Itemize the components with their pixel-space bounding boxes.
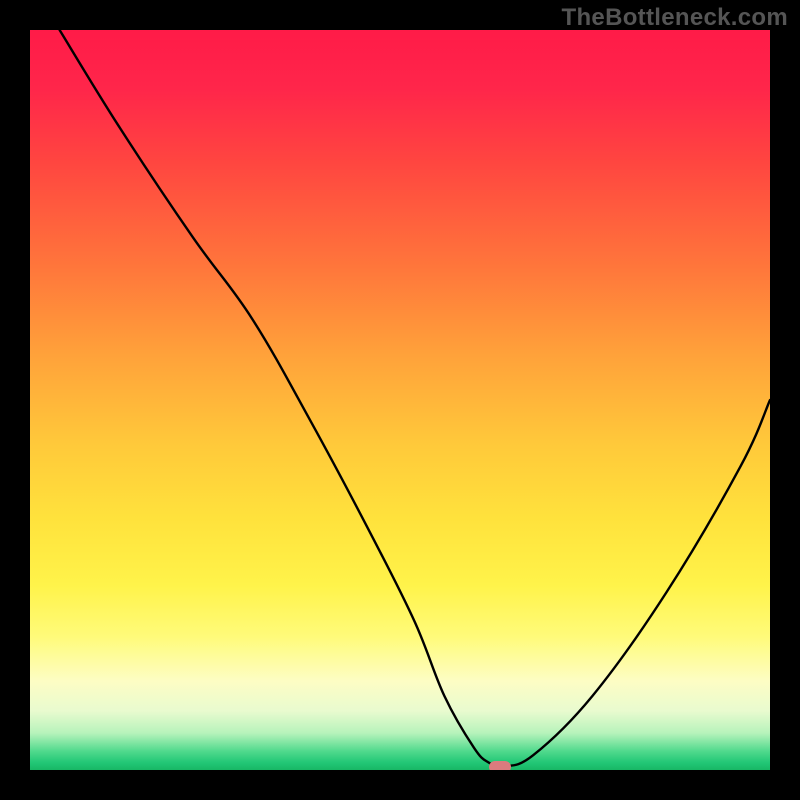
bottleneck-curve <box>30 30 770 770</box>
watermark-text: TheBottleneck.com <box>562 4 788 32</box>
minimum-marker <box>489 761 511 770</box>
chart-frame: TheBottleneck.com <box>0 0 800 800</box>
plot-area <box>30 30 770 770</box>
